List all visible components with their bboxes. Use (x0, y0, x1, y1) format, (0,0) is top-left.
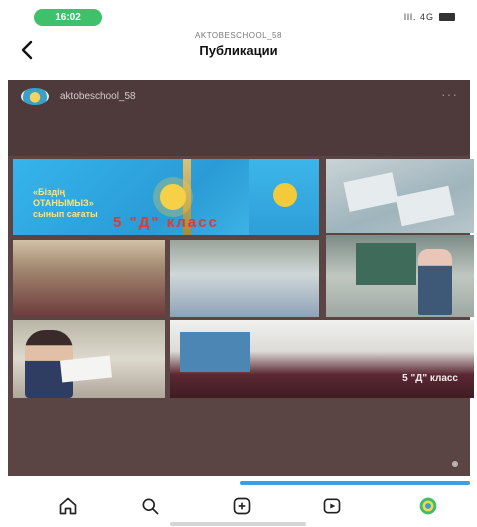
post-photo-papers[interactable] (326, 159, 474, 233)
post-photo-banner[interactable]: «Бiздiң ОТАНЫМЫЗ» сынып сағаты 5 "Д" кла… (13, 159, 319, 235)
profile-avatar-icon (419, 497, 437, 515)
paper-sheet (343, 172, 399, 212)
signal-text: lll. 4G (403, 12, 434, 22)
paper-image (59, 355, 113, 383)
home-indicator (170, 522, 306, 526)
board-image (356, 243, 416, 285)
emblem-image (153, 177, 193, 217)
banner-caption: «Бiздiң ОТАНЫМЫЗ» сынып сағаты (33, 187, 98, 219)
post-photo-desks[interactable] (170, 240, 319, 317)
teacher-image (418, 249, 452, 315)
status-indicators: lll. 4G (404, 12, 455, 22)
nav-profile-button[interactable] (414, 494, 442, 518)
post-card: aktobeschool_58 ··· «Бiздiң ОТАНЫМЫЗ» сы… (8, 80, 474, 476)
more-options-icon[interactable]: ··· (441, 86, 458, 102)
reels-icon (323, 498, 341, 514)
nav-add-button[interactable] (228, 494, 256, 518)
flag-sun (273, 183, 297, 207)
header: AKTOBESCHOOL_58 Публикации (0, 26, 477, 72)
post-photo-teacher[interactable] (326, 235, 474, 317)
home-icon (59, 497, 77, 515)
nav-search-button[interactable] (136, 494, 164, 518)
post-photo-student-reading[interactable] (13, 320, 165, 398)
screen-image (180, 332, 250, 372)
battery-icon (439, 13, 455, 21)
bottom-navigation (0, 486, 477, 527)
post-photo-classroom[interactable] (13, 240, 165, 317)
avatar[interactable] (21, 88, 49, 105)
header-account-name: AKTOBESCHOOL_58 (195, 31, 282, 40)
active-tab-indicator (240, 481, 470, 485)
nav-reels-button[interactable] (318, 494, 346, 518)
post-username[interactable]: aktobeschool_58 (60, 91, 136, 102)
post-photo-group[interactable]: 5 "Д" класс (170, 320, 474, 398)
nav-home-button[interactable] (54, 494, 82, 518)
group-photo-caption: 5 "Д" класс (402, 373, 458, 384)
status-time: 16:02 (34, 9, 102, 26)
post-header: aktobeschool_58 ··· (8, 80, 470, 156)
page-title: Публикации (199, 43, 278, 58)
banner-class-label: 5 "Д" класс (113, 214, 219, 231)
carousel-dot (452, 461, 458, 467)
search-icon (142, 498, 159, 515)
paper-sheet (395, 185, 455, 227)
add-post-icon (233, 497, 251, 515)
